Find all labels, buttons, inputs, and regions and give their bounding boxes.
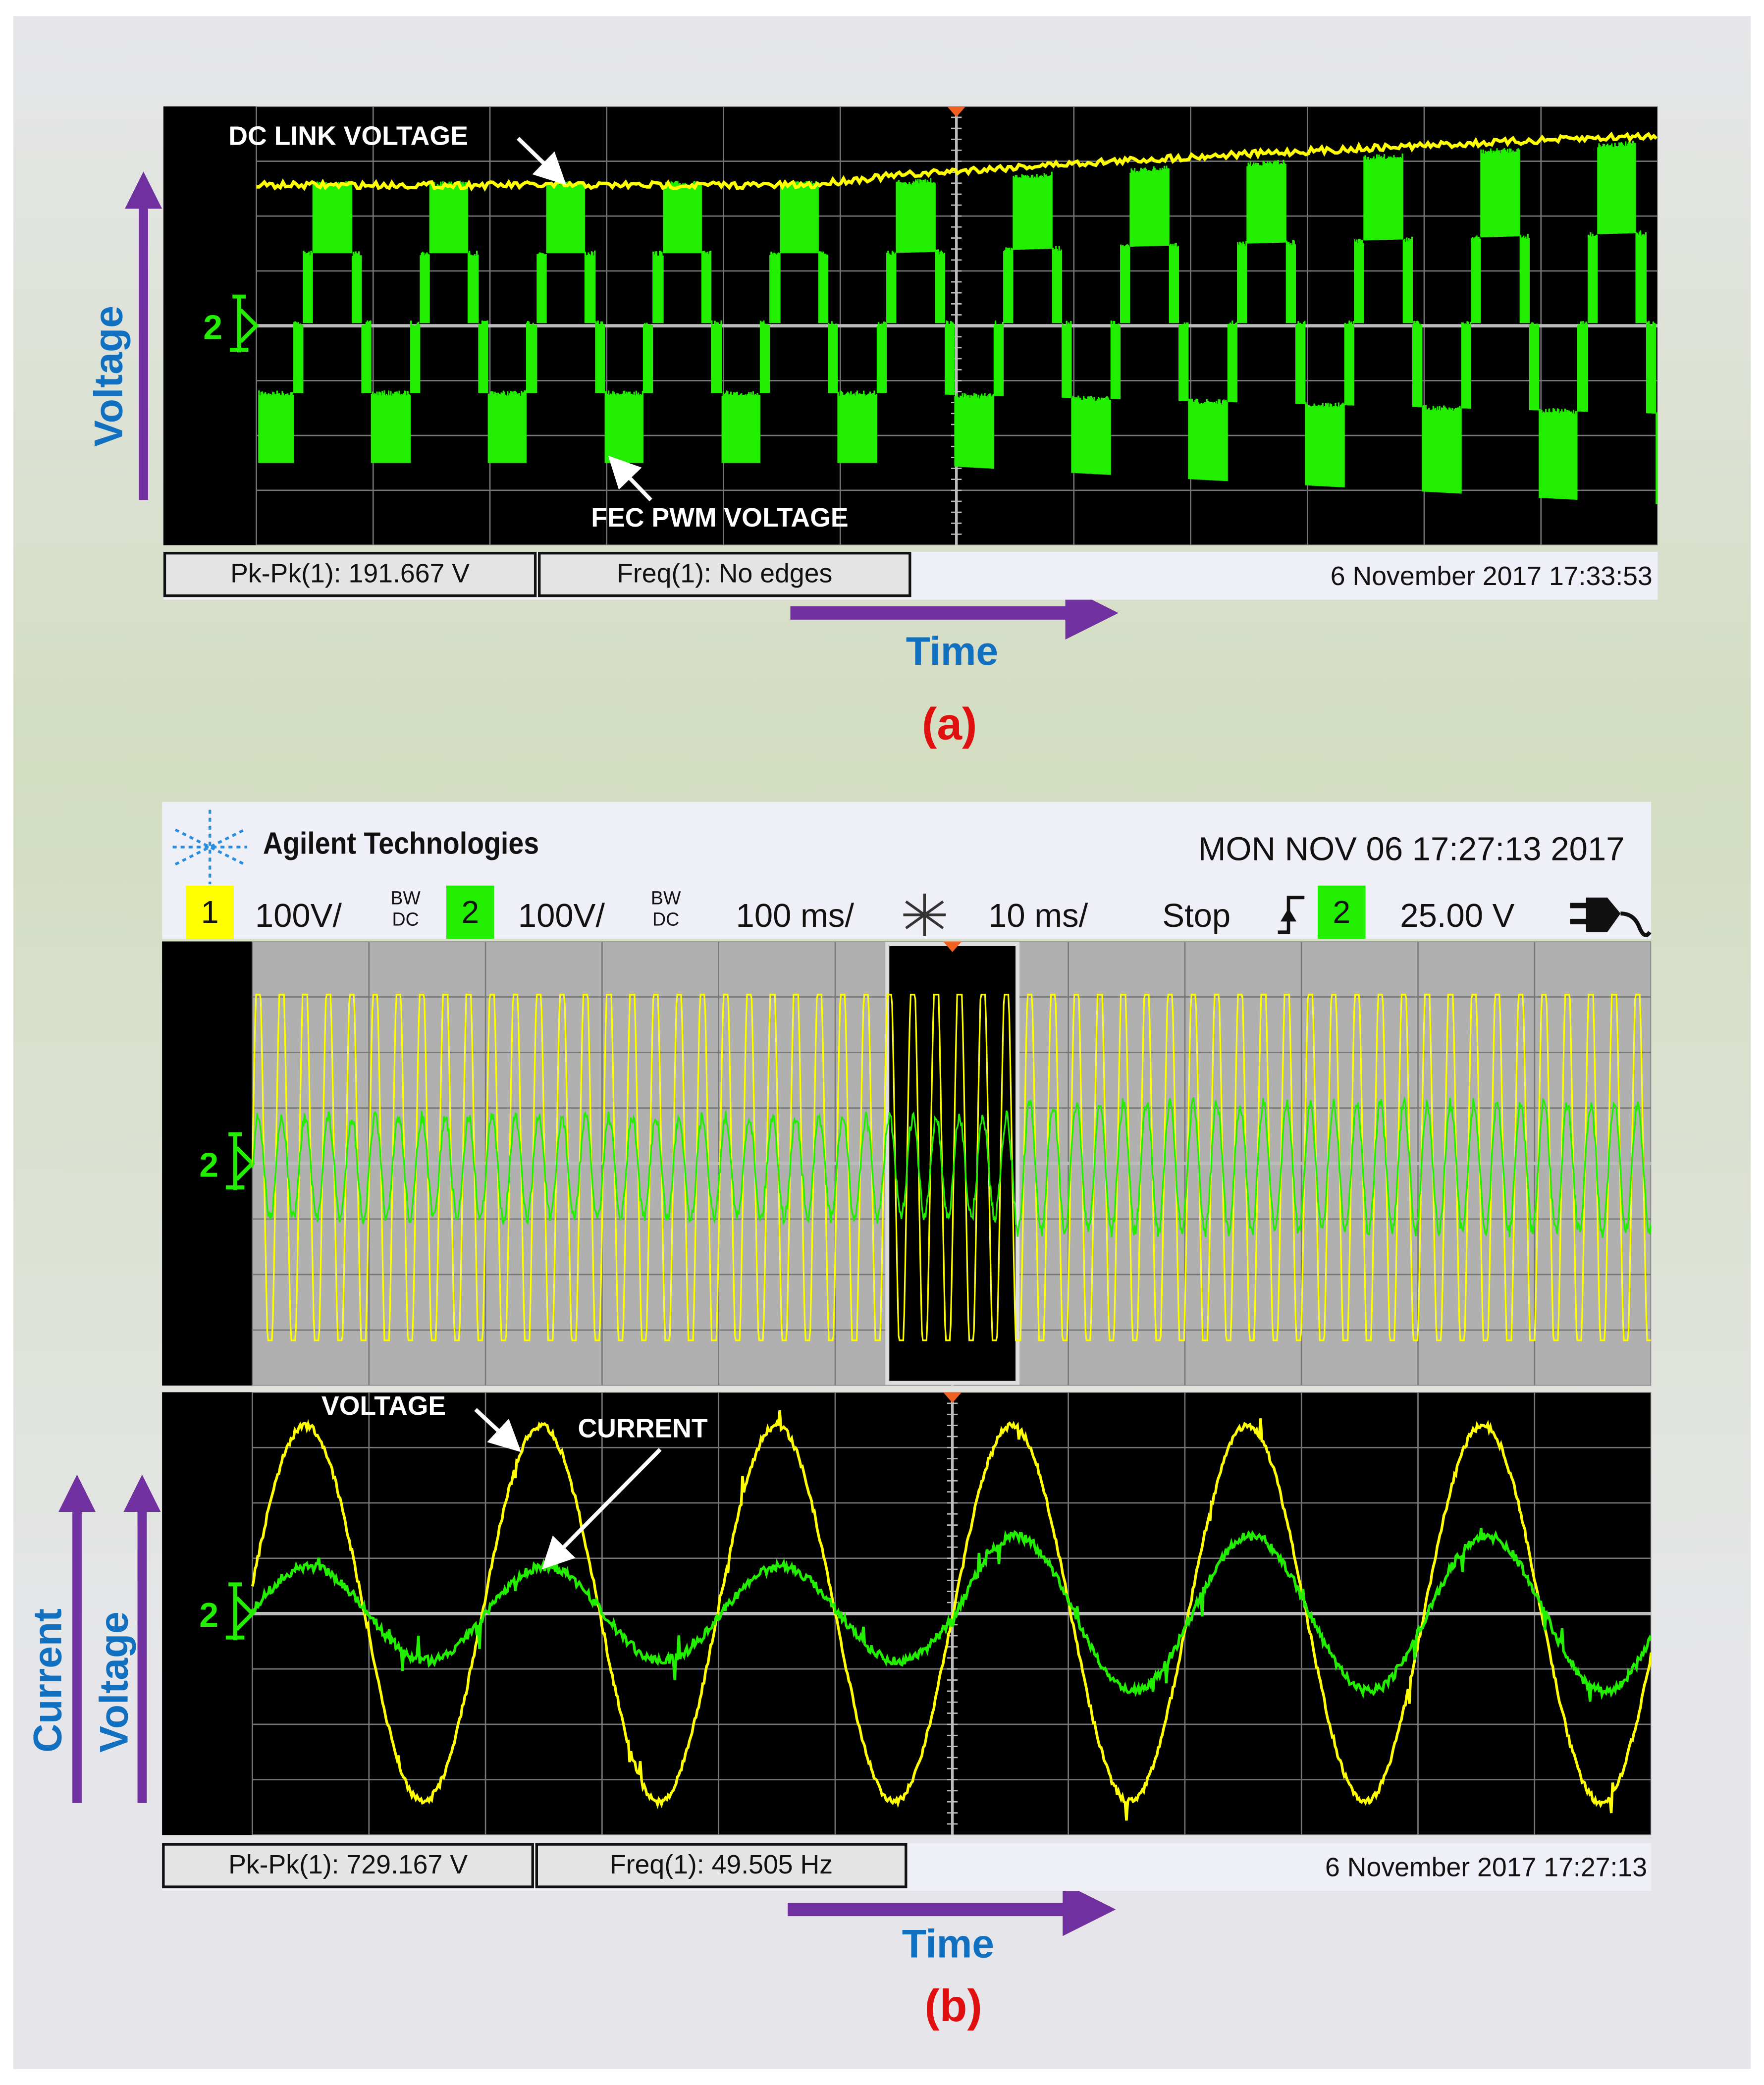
trigger-time-marker-icon <box>947 106 966 117</box>
fec-pwm-voltage-trace <box>258 141 1658 504</box>
trigger-level-marker-icon: 2 <box>199 1582 256 1641</box>
channel-1-scale[interactable]: 100V/ <box>255 898 342 936</box>
scope-b-main-plot: 2 <box>199 941 1652 1386</box>
scope-a-display: 2 <box>163 106 1658 545</box>
brand-name: Agilent Technologies <box>263 825 539 860</box>
scope-datetime: MON NOV 06 17:27:13 2017 <box>1198 831 1625 868</box>
freq-measurement-b: Freq(1): 49.505 Hz <box>535 1843 908 1888</box>
trigger-arrow <box>229 294 260 353</box>
trigger-arrow <box>225 1582 256 1641</box>
trigger-rising-edge-icon <box>1278 896 1305 934</box>
bw-label: BW <box>390 887 421 909</box>
zoom-timebase[interactable]: 10 ms/ <box>988 898 1088 936</box>
scope-b-main-display: 2 <box>162 941 1652 1386</box>
pk-pk-measurement-a: Pk-Pk(1): 191.667 V <box>163 551 537 597</box>
trigger-level-marker-icon: 2 <box>199 1132 256 1190</box>
coupling-label: DC <box>652 908 680 930</box>
current-axis-label-b: Current <box>26 1608 71 1753</box>
voltage-label: VOLTAGE <box>321 1392 446 1422</box>
freq-measurement-a: Freq(1): No edges <box>538 551 911 597</box>
trigger-channel-label: 2 <box>203 308 222 346</box>
channel-1-button[interactable]: 1 <box>186 885 234 939</box>
trigger-channel-label: 2 <box>199 1146 218 1184</box>
trigger-level[interactable]: 25.00 V <box>1400 898 1514 936</box>
trigger-source-button[interactable]: 2 <box>1318 885 1366 939</box>
scope-a-plot: 2 <box>203 106 1658 545</box>
run-state[interactable]: Stop <box>1162 898 1230 936</box>
figure: 2 DC LINK VOLTAGE FEC PWM VOLTAGE Pk-Pk(… <box>0 0 1764 2085</box>
panel-tag-a: (a) <box>921 699 977 750</box>
channel-2-bw: BW DC <box>651 887 681 929</box>
time-axis-label-b: Time <box>902 1923 995 1967</box>
trigger-time-marker-icon <box>943 1392 962 1403</box>
zoom-timebase-icon <box>903 893 946 936</box>
channel-2-button[interactable]: 2 <box>446 885 494 939</box>
scope-b-zoom-plot: 2 <box>199 1392 1652 1835</box>
pk-pk-measurement-b: Pk-Pk(1): 729.167 V <box>162 1843 534 1888</box>
voltage-axis-label-b: Voltage <box>93 1611 137 1753</box>
current-label: CURRENT <box>578 1415 708 1444</box>
dc-link-voltage-label: DC LINK VOLTAGE <box>228 122 468 152</box>
trigger-arrow <box>225 1132 256 1190</box>
main-timebase[interactable]: 100 ms/ <box>736 898 854 936</box>
datestamp-a: 6 November 2017 17:33:53 <box>1330 562 1653 592</box>
voltage-axis-label-a: Voltage <box>87 306 132 447</box>
fec-pwm-voltage-label: FEC PWM VOLTAGE <box>591 504 849 534</box>
channel-2-scale[interactable]: 100V/ <box>518 898 605 936</box>
panel-tag-b: (b) <box>924 1981 982 2032</box>
agilent-logo-icon <box>172 809 247 885</box>
channel-1-bw: BW DC <box>390 887 421 929</box>
datestamp-b: 6 November 2017 17:27:13 <box>1325 1853 1648 1883</box>
trigger-channel-label: 2 <box>199 1596 218 1634</box>
trigger-level-marker-icon: 2 <box>203 294 260 353</box>
scope-b-zoom-display: 2 <box>162 1392 1652 1835</box>
coupling-label: DC <box>392 908 419 930</box>
bw-label: BW <box>650 887 681 909</box>
power-plug-icon <box>1570 897 1652 937</box>
time-axis-label-a: Time <box>906 630 999 674</box>
scope-header: Agilent Technologies MON NOV 06 17:27:13… <box>162 802 1652 939</box>
